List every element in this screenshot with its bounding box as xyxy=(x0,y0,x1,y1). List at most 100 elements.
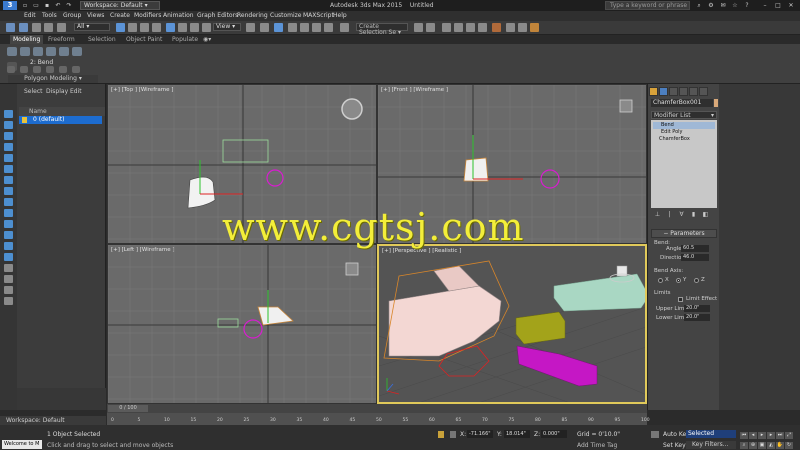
scene-layer-row[interactable]: 0 (default) xyxy=(19,116,102,124)
render-production-icon[interactable] xyxy=(530,23,539,32)
sync-selection-icon[interactable] xyxy=(4,297,13,305)
close-icon[interactable]: ✕ xyxy=(786,1,796,10)
add-time-tag[interactable]: Add Time Tag xyxy=(577,442,617,449)
x-coord-field[interactable]: -71.166" xyxy=(467,430,493,438)
select-icon[interactable] xyxy=(4,110,13,118)
select-move-icon[interactable] xyxy=(166,23,175,32)
modify-tab-icon[interactable] xyxy=(659,87,668,96)
utilities-tab-icon[interactable] xyxy=(699,87,708,96)
display-geometry-icon[interactable] xyxy=(4,132,13,140)
menu-customize[interactable]: Customize xyxy=(270,11,302,21)
angle-snap-icon[interactable] xyxy=(300,23,309,32)
tab-freeform[interactable]: Freeform xyxy=(48,35,75,44)
bind-spacewarp-icon[interactable] xyxy=(57,23,66,32)
zoom-icon[interactable]: ⌕ xyxy=(740,442,748,449)
tab-object-paint[interactable]: Object Paint xyxy=(126,35,162,44)
limit-effect-checkbox[interactable] xyxy=(678,297,683,302)
display-bones-icon[interactable] xyxy=(4,220,13,228)
angle-spinner[interactable]: 60.5 xyxy=(681,245,709,252)
select-scale-icon[interactable] xyxy=(190,23,199,32)
play-icon[interactable]: ▸ xyxy=(758,432,766,439)
tab-populate[interactable]: Populate xyxy=(172,35,198,44)
display-frozen-icon[interactable] xyxy=(4,242,13,250)
menu-views[interactable]: Views xyxy=(87,11,104,21)
menu-rendering[interactable]: Rendering xyxy=(237,11,268,21)
set-key-button[interactable]: Set Key xyxy=(663,442,686,449)
pin-stack-icon[interactable]: ⊥ xyxy=(654,211,661,218)
motion-tab-icon[interactable] xyxy=(679,87,688,96)
show-end-result-icon[interactable]: | xyxy=(666,211,673,218)
find-icon[interactable] xyxy=(4,286,13,294)
selection-filter-dropdown[interactable]: All ▾ xyxy=(74,23,110,31)
display-containers-icon[interactable] xyxy=(4,231,13,239)
menu-create[interactable]: Create xyxy=(110,11,130,21)
object-color-swatch[interactable] xyxy=(714,99,718,107)
workspace-selector-bottom[interactable]: Workspace: Default xyxy=(0,416,106,425)
remove-modifier-icon[interactable]: ▮ xyxy=(690,211,697,218)
named-selection-dropdown[interactable]: Create Selection Se ▾ xyxy=(356,23,408,36)
scene-explorer-menu-select[interactable]: Select xyxy=(24,88,43,95)
modifier-list-dropdown[interactable]: Modifier List ▾ xyxy=(651,111,717,119)
open-file-icon[interactable]: ▭ xyxy=(31,1,41,10)
upper-limit-spinner[interactable]: 20.0" xyxy=(684,305,710,312)
link-icon[interactable] xyxy=(32,23,41,32)
tab-selection[interactable]: Selection xyxy=(88,35,116,44)
undo-toolbar-icon[interactable] xyxy=(6,23,15,32)
redo-toolbar-icon[interactable] xyxy=(19,23,28,32)
ribbon-options-icon[interactable]: ◉▾ xyxy=(203,35,211,44)
communication-icon[interactable]: ✉ xyxy=(718,1,728,10)
set-key-toggle-icon[interactable] xyxy=(651,431,659,438)
display-hidden-icon[interactable] xyxy=(4,253,13,261)
display-none-icon[interactable] xyxy=(4,121,13,129)
select-by-name-icon[interactable] xyxy=(128,23,137,32)
invert-display-icon[interactable] xyxy=(4,275,13,283)
align-icon[interactable] xyxy=(426,23,435,32)
direction-spinner[interactable]: 46.0 xyxy=(681,254,709,261)
scene-explorer-menu-display[interactable]: Display xyxy=(46,88,68,95)
stack-item-chamferbox[interactable]: ChamferBox xyxy=(653,136,715,143)
place-icon[interactable] xyxy=(202,23,211,32)
subscription-icon[interactable]: ⚙ xyxy=(706,1,716,10)
spinner-snap-icon[interactable] xyxy=(324,23,333,32)
hierarchy-tab-icon[interactable] xyxy=(669,87,678,96)
scene-explorer-name-header[interactable]: Name xyxy=(19,107,105,116)
graphite-toggle-icon[interactable] xyxy=(454,23,463,32)
search-icon[interactable]: ⌕ xyxy=(694,1,704,10)
parameters-rollout-header[interactable]: − Parameters xyxy=(651,229,717,238)
menu-help[interactable]: Help xyxy=(333,11,347,21)
ribbon-border-icon[interactable] xyxy=(46,47,56,56)
save-file-icon[interactable]: ▪ xyxy=(42,1,52,10)
menu-graph-editors[interactable]: Graph Editors xyxy=(197,11,238,21)
ribbon-element-icon[interactable] xyxy=(72,47,82,56)
pan-icon[interactable]: ✋ xyxy=(776,442,784,449)
display-tab-icon[interactable] xyxy=(689,87,698,96)
goto-start-icon[interactable]: ⏮ xyxy=(740,432,748,439)
selection-region-icon[interactable] xyxy=(140,23,149,32)
time-slider-thumb[interactable]: 0 / 100 xyxy=(108,405,148,412)
new-file-icon[interactable]: ▫ xyxy=(20,1,30,10)
key-filters-button[interactable]: Key Filters... xyxy=(686,441,736,449)
viewport-left[interactable]: [+] [Left ] [Wireframe ] xyxy=(107,244,377,404)
display-shapes-icon[interactable] xyxy=(4,143,13,151)
display-cameras-icon[interactable] xyxy=(4,165,13,173)
absolute-mode-icon[interactable] xyxy=(450,431,456,438)
workspace-dropdown[interactable]: Workspace: Default ▾ xyxy=(80,1,160,10)
maxscript-listener[interactable]: Welcome to M xyxy=(2,440,42,449)
ribbon-toggle-icon[interactable] xyxy=(33,66,41,73)
display-xrefs-icon[interactable] xyxy=(4,209,13,217)
lower-limit-spinner[interactable]: 20.0" xyxy=(684,314,710,321)
display-spacewarps-icon[interactable] xyxy=(4,187,13,195)
previous-frame-icon[interactable]: ◂ xyxy=(749,432,757,439)
stack-item-bend[interactable]: Bend xyxy=(653,122,715,129)
goto-end-icon[interactable]: ⏭ xyxy=(776,432,784,439)
snaps-toggle-icon[interactable] xyxy=(288,23,297,32)
selection-lock-icon[interactable] xyxy=(438,431,444,438)
rendered-frame-window-icon[interactable] xyxy=(518,23,527,32)
viewport-perspective[interactable]: [+] [Perspective ] [Realistic ] xyxy=(377,244,647,404)
schematic-view-icon[interactable] xyxy=(478,23,487,32)
curve-editor-icon[interactable] xyxy=(466,23,475,32)
percent-snap-icon[interactable] xyxy=(312,23,321,32)
select-manipulate-icon[interactable] xyxy=(260,23,269,32)
display-lights-icon[interactable] xyxy=(4,154,13,162)
orbit-icon[interactable]: ↻ xyxy=(785,442,793,449)
